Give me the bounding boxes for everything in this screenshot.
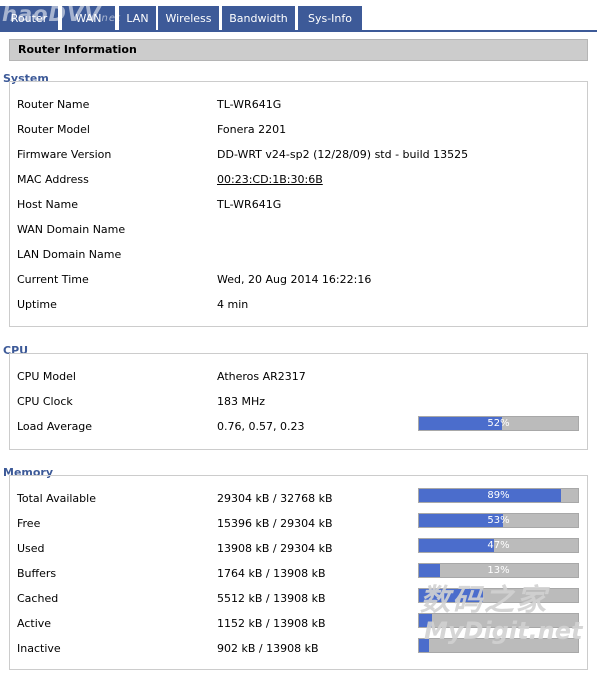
cached-bar (418, 588, 579, 603)
page-title-bar: Router Information (9, 39, 588, 61)
tab-bandwidth[interactable]: Bandwidth (222, 6, 295, 31)
cpu-model-label: CPU Model (17, 370, 76, 383)
tab-wan[interactable]: WAN (62, 6, 115, 31)
load-average-bar: 52% (418, 416, 579, 431)
tab-wireless[interactable]: Wireless (158, 6, 219, 31)
current-time-value: Wed, 20 Aug 2014 16:22:16 (217, 273, 372, 286)
tab-bar: Router WAN LAN Wireless Bandwidth Sys-In… (0, 0, 597, 32)
free-memory-label: Free (17, 517, 41, 530)
uptime-value: 4 min (217, 298, 249, 311)
router-name-value: TL-WR641G (217, 98, 282, 111)
total-available-value: 29304 kB / 32768 kB (217, 492, 333, 505)
cpu-clock-value: 183 MHz (217, 395, 266, 408)
page-title: Router Information (18, 43, 137, 56)
active-value: 1152 kB / 13908 kB (217, 617, 326, 630)
router-model-value: Fonera 2201 (217, 123, 287, 136)
total-available-percent: 89% (487, 490, 510, 501)
inactive-percent (419, 639, 578, 652)
load-average-percent: 52% (487, 418, 510, 429)
tab-sys-info[interactable]: Sys-Info (298, 6, 362, 31)
buffers-bar: 13% (418, 563, 579, 578)
active-bar (418, 613, 579, 628)
total-available-label: Total Available (17, 492, 96, 505)
used-memory-label: Used (17, 542, 45, 555)
inactive-label: Inactive (17, 642, 61, 655)
system-section (9, 81, 588, 327)
buffers-value: 1764 kB / 13908 kB (217, 567, 326, 580)
free-memory-percent: 53% (487, 515, 510, 526)
free-memory-value: 15396 kB / 29304 kB (217, 517, 333, 530)
firmware-version-value: DD-WRT v24-sp2 (12/28/09) std - build 13… (217, 148, 469, 161)
buffers-label: Buffers (17, 567, 57, 580)
router-name-label: Router Name (17, 98, 90, 111)
lan-domain-name-label: LAN Domain Name (17, 248, 122, 261)
used-memory-value: 13908 kB / 29304 kB (217, 542, 333, 555)
tab-lan[interactable]: LAN (119, 6, 156, 31)
used-memory-bar: 47% (418, 538, 579, 553)
used-memory-percent: 47% (487, 540, 510, 551)
inactive-value: 902 kB / 13908 kB (217, 642, 319, 655)
load-average-label: Load Average (17, 420, 93, 433)
tab-router[interactable]: Router (0, 6, 58, 31)
firmware-version-label: Firmware Version (17, 148, 112, 161)
wan-domain-name-label: WAN Domain Name (17, 223, 126, 236)
cached-value: 5512 kB / 13908 kB (217, 592, 326, 605)
host-name-label: Host Name (17, 198, 78, 211)
inactive-bar (418, 638, 579, 653)
cpu-section (9, 353, 588, 450)
tab-underline (0, 30, 597, 32)
active-label: Active (17, 617, 52, 630)
cached-label: Cached (17, 592, 59, 605)
current-time-label: Current Time (17, 273, 89, 286)
active-percent (419, 614, 578, 627)
uptime-label: Uptime (17, 298, 57, 311)
cached-percent (419, 589, 578, 602)
free-memory-bar: 53% (418, 513, 579, 528)
mac-address-link[interactable]: 00:23:CD:1B:30:6B (217, 173, 323, 186)
host-name-value: TL-WR641G (217, 198, 282, 211)
router-model-label: Router Model (17, 123, 90, 136)
total-available-bar: 89% (418, 488, 579, 503)
load-average-value: 0.76, 0.57, 0.23 (217, 420, 305, 433)
cpu-model-value: Atheros AR2317 (217, 370, 306, 383)
buffers-percent: 13% (487, 565, 510, 576)
cpu-clock-label: CPU Clock (17, 395, 73, 408)
mac-address-label: MAC Address (17, 173, 89, 186)
